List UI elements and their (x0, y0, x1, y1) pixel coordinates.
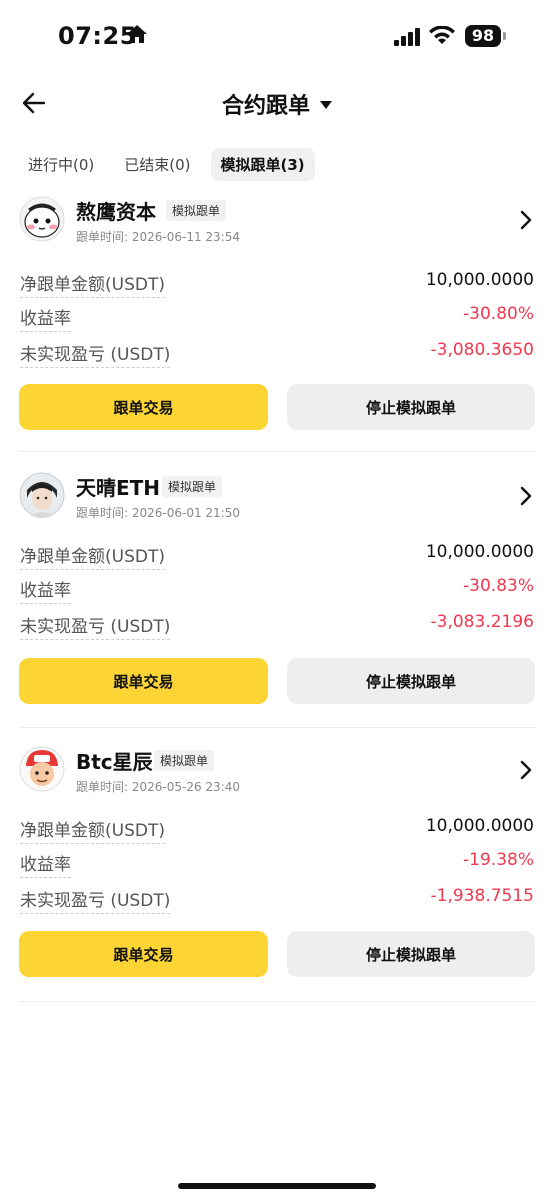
unrealized-value: -1,938.7515 (430, 886, 534, 906)
divider (18, 727, 536, 728)
net-amount-value: 10,000.0000 (425, 270, 534, 290)
copy-trade-button[interactable]: 跟单交易 (19, 384, 268, 430)
home-icon (126, 24, 148, 48)
unrealized-value: -3,080.3650 (430, 340, 534, 360)
unrealized-label: 未实现盈亏 (USDT) (20, 886, 171, 914)
copy-trade-button[interactable]: 跟单交易 (19, 931, 268, 977)
unrealized-row: 未实现盈亏 (USDT) -3,083.2196 (20, 612, 534, 640)
unrealized-value: -3,083.2196 (430, 612, 534, 632)
divider (18, 451, 536, 452)
copy-trade-card: 天晴ETH 模拟跟单 跟单时间: 2026-06-01 21:50 净跟单金额(… (0, 472, 554, 728)
stop-simulation-button[interactable]: 停止模拟跟单 (287, 931, 535, 977)
tab-simulated[interactable]: 模拟跟单(3) (210, 148, 315, 181)
follow-time: 跟单时间: 2026-06-01 21:50 (76, 506, 240, 520)
simulated-badge: 模拟跟单 (154, 750, 215, 771)
divider (18, 1001, 536, 1002)
avatar (19, 196, 65, 242)
copy-trade-card: 熬鹰资本 模拟跟单 跟单时间: 2026-06-11 23:54 净跟单金额(U… (0, 196, 554, 452)
net-amount-label: 净跟单金额(USDT) (20, 270, 165, 298)
home-indicator[interactable] (178, 1183, 376, 1189)
simulated-badge: 模拟跟单 (162, 476, 223, 497)
trader-name[interactable]: 天晴ETH (76, 472, 160, 501)
page-title-dropdown[interactable]: 合约跟单 (0, 88, 554, 120)
battery-tip (503, 32, 506, 40)
copy-trade-card: Btc星辰 模拟跟单 跟单时间: 2026-05-26 23:40 净跟单金额(… (0, 746, 554, 1002)
copy-trade-button[interactable]: 跟单交易 (19, 658, 268, 704)
unrealized-row: 未实现盈亏 (USDT) -3,080.3650 (20, 340, 534, 368)
signal-icon (394, 28, 422, 50)
caret-down-icon (320, 101, 332, 109)
avatar (19, 472, 65, 518)
yield-row: 收益率 -30.83% (20, 576, 534, 604)
yield-value: -30.80% (463, 304, 534, 324)
unrealized-row: 未实现盈亏 (USDT) -1,938.7515 (20, 886, 534, 914)
unrealized-label: 未实现盈亏 (USDT) (20, 612, 171, 640)
chevron-right-icon[interactable] (520, 210, 532, 234)
yield-value: -19.38% (463, 850, 534, 870)
page-title: 合约跟单 (221, 94, 310, 119)
stop-simulation-button[interactable]: 停止模拟跟单 (287, 658, 535, 704)
net-amount-row: 净跟单金额(USDT) 10,000.0000 (20, 542, 534, 570)
yield-label: 收益率 (20, 576, 71, 604)
tab-ended[interactable]: 已结束(0) (114, 148, 200, 181)
wifi-icon (428, 25, 456, 50)
net-amount-row: 净跟单金额(USDT) 10,000.0000 (20, 816, 534, 844)
yield-value: -30.83% (463, 576, 534, 596)
trader-name[interactable]: Btc星辰 (76, 746, 153, 775)
chevron-right-icon[interactable] (520, 486, 532, 510)
net-amount-label: 净跟单金额(USDT) (20, 542, 165, 570)
yield-row: 收益率 -30.80% (20, 304, 534, 332)
net-amount-value: 10,000.0000 (425, 542, 534, 562)
net-amount-value: 10,000.0000 (425, 816, 534, 836)
net-amount-label: 净跟单金额(USDT) (20, 816, 165, 844)
simulated-badge: 模拟跟单 (166, 200, 227, 221)
follow-time: 跟单时间: 2026-06-11 23:54 (76, 230, 240, 244)
stop-simulation-button[interactable]: 停止模拟跟单 (287, 384, 535, 430)
avatar (19, 746, 65, 792)
follow-time: 跟单时间: 2026-05-26 23:40 (76, 780, 240, 794)
status-bar: 07:25 98 (0, 0, 554, 74)
unrealized-label: 未实现盈亏 (USDT) (20, 340, 171, 368)
tab-bar: 进行中(0) 已结束(0) 模拟跟单(3) (18, 148, 315, 181)
yield-label: 收益率 (20, 850, 71, 878)
net-amount-row: 净跟单金额(USDT) 10,000.0000 (20, 270, 534, 298)
trader-name[interactable]: 熬鹰资本 (76, 196, 156, 225)
yield-label: 收益率 (20, 304, 71, 332)
chevron-right-icon[interactable] (520, 760, 532, 784)
battery-indicator: 98 (465, 25, 501, 47)
tab-in-progress[interactable]: 进行中(0) (18, 148, 104, 181)
yield-row: 收益率 -19.38% (20, 850, 534, 878)
